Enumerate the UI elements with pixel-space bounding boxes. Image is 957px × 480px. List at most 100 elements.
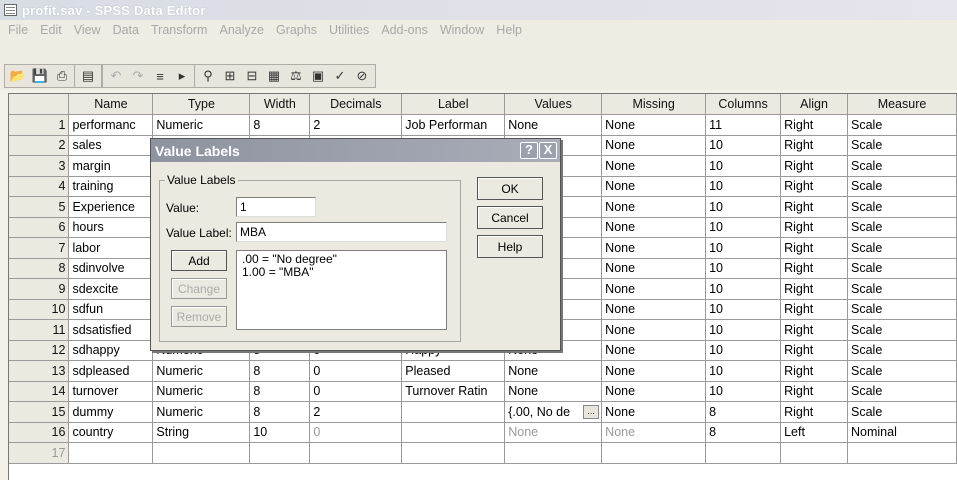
columns-cell[interactable]: 8 bbox=[705, 401, 782, 423]
decimals-cell[interactable]: 2 bbox=[309, 114, 403, 136]
measure-cell[interactable]: Scale bbox=[847, 360, 957, 382]
name-cell[interactable]: dummy bbox=[68, 401, 154, 423]
align-cell[interactable]: Right bbox=[780, 381, 849, 402]
use-sets-icon[interactable]: ⊘ bbox=[352, 66, 372, 86]
measure-cell[interactable]: Nominal bbox=[847, 422, 957, 443]
row-number[interactable]: 4 bbox=[9, 176, 70, 197]
missing-cell[interactable]: None bbox=[601, 258, 707, 279]
row-number[interactable]: 14 bbox=[9, 381, 70, 402]
label-cell[interactable]: Pleased bbox=[401, 360, 506, 382]
measure-cell[interactable]: Scale bbox=[847, 114, 957, 136]
align-cell[interactable]: Right bbox=[780, 237, 849, 259]
undo-icon[interactable]: ↶ bbox=[106, 66, 126, 86]
label-cell[interactable]: Turnover Ratin bbox=[401, 381, 506, 402]
columns-cell[interactable]: 10 bbox=[705, 155, 782, 177]
align-cell[interactable]: Right bbox=[780, 299, 849, 320]
measure-cell[interactable]: Scale bbox=[847, 401, 957, 423]
menu-add-ons[interactable]: Add-ons bbox=[375, 23, 434, 37]
column-header[interactable]: Missing bbox=[601, 94, 707, 115]
label-cell[interactable]: Job Performan bbox=[401, 114, 506, 136]
find-icon[interactable]: ⚲ bbox=[198, 66, 218, 86]
menu-utilities[interactable]: Utilities bbox=[323, 23, 375, 37]
align-cell[interactable]: Right bbox=[780, 135, 849, 156]
values-cell[interactable]: {.00, No de... bbox=[504, 401, 603, 423]
remove-button[interactable]: Remove bbox=[171, 306, 227, 327]
row-number[interactable]: 3 bbox=[9, 155, 70, 177]
column-header[interactable]: Columns bbox=[705, 94, 782, 115]
column-header[interactable]: Type bbox=[152, 94, 251, 115]
measure-cell[interactable]: Scale bbox=[847, 196, 957, 218]
row-number[interactable]: 17 bbox=[9, 442, 70, 464]
columns-cell[interactable]: 10 bbox=[705, 135, 782, 156]
missing-cell[interactable]: None bbox=[601, 422, 707, 443]
name-cell[interactable]: sdfun bbox=[68, 299, 154, 320]
menu-help[interactable]: Help bbox=[490, 23, 528, 37]
type-cell[interactable]: Numeric bbox=[152, 401, 251, 423]
type-cell[interactable]: Numeric bbox=[152, 114, 251, 136]
measure-cell[interactable]: Scale bbox=[847, 155, 957, 177]
align-cell[interactable]: Right bbox=[780, 360, 849, 382]
missing-cell[interactable]: None bbox=[601, 237, 707, 259]
help-icon[interactable]: ? bbox=[520, 142, 538, 159]
label-cell[interactable] bbox=[401, 422, 506, 443]
columns-cell[interactable]: 10 bbox=[705, 196, 782, 218]
missing-cell[interactable]: None bbox=[601, 319, 707, 341]
align-cell[interactable]: Left bbox=[780, 422, 849, 443]
measure-cell[interactable]: Scale bbox=[847, 237, 957, 259]
dialog-recall-icon[interactable]: ▤ bbox=[78, 66, 98, 86]
name-cell[interactable]: turnover bbox=[68, 381, 154, 402]
width-cell[interactable]: 8 bbox=[249, 360, 311, 382]
add-button[interactable]: Add bbox=[171, 250, 227, 271]
width-cell[interactable]: 8 bbox=[249, 401, 311, 423]
values-cell[interactable] bbox=[504, 442, 603, 464]
measure-cell[interactable]: Scale bbox=[847, 340, 957, 361]
column-header[interactable]: Align bbox=[780, 94, 849, 115]
width-cell[interactable]: 10 bbox=[249, 422, 311, 443]
name-cell[interactable]: labor bbox=[68, 237, 154, 259]
measure-cell[interactable]: Scale bbox=[847, 299, 957, 320]
missing-cell[interactable]: None bbox=[601, 217, 707, 238]
columns-cell[interactable] bbox=[705, 442, 782, 464]
row-number[interactable]: 15 bbox=[9, 401, 70, 423]
print-icon[interactable]: ⎙ bbox=[52, 66, 72, 86]
decimals-cell[interactable]: 0 bbox=[309, 381, 403, 402]
columns-cell[interactable]: 10 bbox=[705, 217, 782, 238]
missing-cell[interactable]: None bbox=[601, 401, 707, 423]
help-button[interactable]: Help bbox=[477, 235, 543, 258]
menu-view[interactable]: View bbox=[68, 23, 107, 37]
measure-cell[interactable] bbox=[847, 442, 957, 464]
corner-cell[interactable] bbox=[9, 94, 70, 115]
columns-cell[interactable]: 10 bbox=[705, 340, 782, 361]
row-number[interactable]: 1 bbox=[9, 114, 70, 136]
name-cell[interactable]: training bbox=[68, 176, 154, 197]
name-cell[interactable]: margin bbox=[68, 155, 154, 177]
name-cell[interactable]: sdsatisfied bbox=[68, 319, 154, 341]
row-number[interactable]: 8 bbox=[9, 258, 70, 279]
align-cell[interactable]: Right bbox=[780, 319, 849, 341]
label-cell[interactable] bbox=[401, 401, 506, 423]
columns-cell[interactable]: 10 bbox=[705, 278, 782, 300]
width-cell[interactable]: 8 bbox=[249, 114, 311, 136]
row-number[interactable]: 16 bbox=[9, 422, 70, 443]
measure-cell[interactable]: Scale bbox=[847, 258, 957, 279]
row-number[interactable]: 2 bbox=[9, 135, 70, 156]
menu-data[interactable]: Data bbox=[107, 23, 145, 37]
align-cell[interactable]: Right bbox=[780, 217, 849, 238]
value-labels-list[interactable]: .00 = "No degree" 1.00 = "MBA" bbox=[236, 250, 447, 330]
list-item[interactable]: 1.00 = "MBA" bbox=[242, 266, 441, 279]
columns-cell[interactable]: 10 bbox=[705, 381, 782, 402]
ellipsis-button[interactable]: ... bbox=[583, 405, 600, 419]
type-cell[interactable]: Numeric bbox=[152, 360, 251, 382]
missing-cell[interactable]: None bbox=[601, 360, 707, 382]
values-cell[interactable]: None bbox=[504, 422, 603, 443]
name-cell[interactable]: performanc bbox=[68, 114, 154, 136]
split-file-icon[interactable]: ▦ bbox=[264, 66, 284, 86]
column-header[interactable]: Label bbox=[401, 94, 506, 115]
redo-icon[interactable]: ↷ bbox=[128, 66, 148, 86]
decimals-cell[interactable]: 2 bbox=[309, 401, 403, 423]
align-cell[interactable]: Right bbox=[780, 401, 849, 423]
type-cell[interactable]: Numeric bbox=[152, 381, 251, 402]
cancel-button[interactable]: Cancel bbox=[477, 206, 543, 229]
save-icon[interactable]: 💾 bbox=[30, 66, 50, 86]
missing-cell[interactable]: None bbox=[601, 278, 707, 300]
